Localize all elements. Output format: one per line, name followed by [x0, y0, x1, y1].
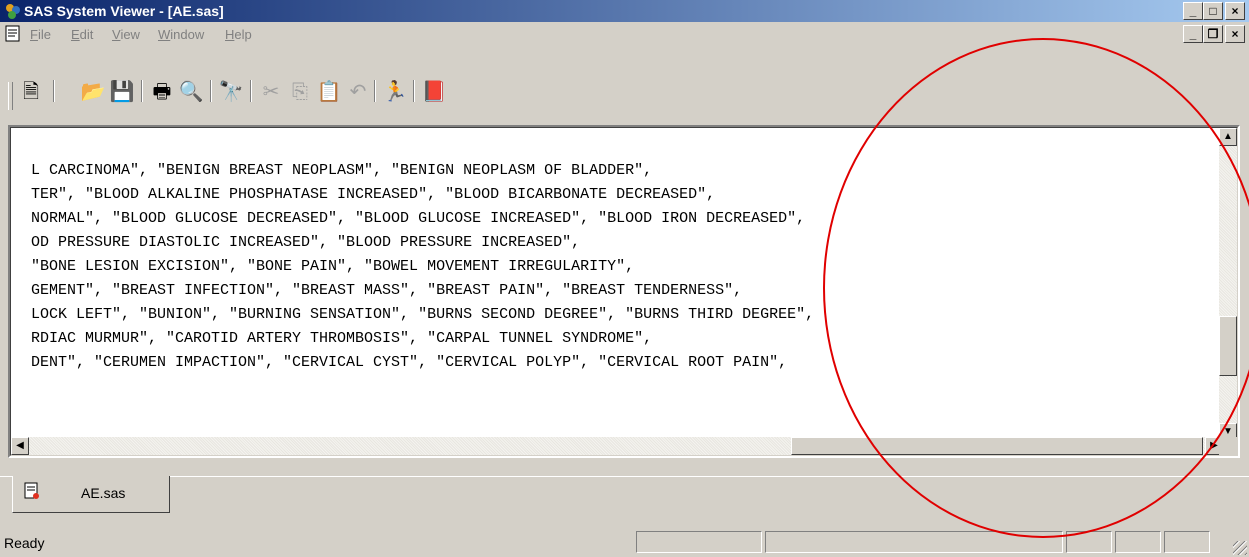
copy-icon[interactable]: ⎘	[287, 79, 313, 105]
save-icon[interactable]: 💾	[109, 79, 135, 105]
minimize-button[interactable]: _	[1183, 2, 1203, 20]
toolbar-buttons: 🗎 📂 💾 🖶 🔍 🔭 ✂ ⎘ 📋 ↶ 🏃 📕	[0, 46, 600, 118]
scroll-corner	[1219, 437, 1237, 455]
toolbar-separator	[250, 80, 252, 102]
code-line: LOCK LEFT", "BUNION", "BURNING SENSATION…	[31, 306, 815, 323]
scroll-up-icon[interactable]: ▲	[1219, 128, 1237, 146]
sas-app-icon	[6, 4, 20, 19]
editor-pane: L CARCINOMA", "BENIGN BREAST NEOPLASM", …	[8, 125, 1240, 458]
code-line: OD PRESSURE DIASTOLIC INCREASED", "BLOOD…	[31, 234, 581, 251]
status-panel	[1164, 531, 1210, 553]
close-button[interactable]: ×	[1225, 2, 1245, 20]
toolbar-separator	[53, 80, 55, 102]
open-folder-icon[interactable]: 📂	[80, 79, 106, 105]
menu-help[interactable]: Help	[225, 27, 252, 42]
status-panel	[636, 531, 762, 553]
undo-icon[interactable]: ↶	[345, 79, 371, 105]
tab-strip-line	[0, 476, 1249, 477]
horizontal-scrollbar[interactable]: ◀ ▶	[11, 437, 1223, 455]
restore-button[interactable]: □	[1203, 2, 1223, 20]
code-line: "BONE LESION EXCISION", "BONE PAIN", "BO…	[31, 258, 635, 275]
find-binoculars-icon[interactable]: 🔭	[218, 79, 244, 105]
paste-icon[interactable]: 📋	[316, 79, 342, 105]
vertical-scrollbar[interactable]: ▲ ▼	[1219, 128, 1237, 441]
status-panel	[1115, 531, 1161, 553]
code-line: NORMAL", "BLOOD GLUCOSE DECREASED", "BLO…	[31, 210, 806, 227]
document-icon[interactable]	[4, 25, 22, 43]
code-line: RDIAC MURMUR", "CAROTID ARTERY THROMBOSI…	[31, 330, 653, 347]
code-text-area[interactable]: L CARCINOMA", "BENIGN BREAST NEOPLASM", …	[11, 128, 1223, 441]
code-line: DENT", "CERUMEN IMPACTION", "CERVICAL CY…	[31, 354, 788, 371]
menu-edit[interactable]: Edit	[71, 27, 93, 42]
window-title: SAS System Viewer - [AE.sas]	[24, 3, 224, 19]
menu-window[interactable]: Window	[158, 27, 204, 42]
horizontal-scroll-thumb[interactable]	[791, 437, 1203, 455]
tab-ae-sas[interactable]: AE.sas	[12, 476, 170, 513]
sas-program-icon	[24, 482, 39, 499]
mdi-restore-button[interactable]: ❐	[1203, 25, 1223, 43]
tab-label: AE.sas	[81, 485, 126, 501]
resize-grip-icon[interactable]	[1233, 541, 1247, 555]
cut-icon[interactable]: ✂	[258, 79, 284, 105]
run-icon[interactable]: 🏃	[382, 79, 408, 105]
menu-file[interactable]: File	[30, 27, 51, 42]
menu-view[interactable]: View	[112, 27, 140, 42]
help-book-icon[interactable]: 📕	[421, 79, 447, 105]
vertical-scroll-thumb[interactable]	[1219, 316, 1237, 376]
status-panel	[765, 531, 1063, 553]
menu-bar: File Edit View Window Help _ ❐ ×	[0, 22, 1249, 46]
status-text: Ready	[4, 535, 45, 551]
status-bar: Ready	[0, 527, 1249, 557]
scroll-left-icon[interactable]: ◀	[11, 437, 29, 455]
code-line: L CARCINOMA", "BENIGN BREAST NEOPLASM", …	[31, 162, 653, 179]
mdi-minimize-button[interactable]: _	[1183, 25, 1203, 43]
toolbar-separator	[210, 80, 212, 102]
title-bar[interactable]: SAS System Viewer - [AE.sas] _ □ ×	[0, 0, 1249, 22]
status-panel	[1066, 531, 1112, 553]
code-line: GEMENT", "BREAST INFECTION", "BREAST MAS…	[31, 282, 743, 299]
toolbar-separator	[374, 80, 376, 102]
print-preview-icon[interactable]: 🔍	[178, 79, 204, 105]
toolbar-separator	[413, 80, 415, 102]
mdi-close-button[interactable]: ×	[1225, 25, 1245, 43]
new-file-icon[interactable]: 🗎	[18, 79, 44, 105]
print-icon[interactable]: 🖶	[149, 79, 175, 105]
toolbar-separator	[141, 80, 143, 102]
code-line: TER", "BLOOD ALKALINE PHOSPHATASE INCREA…	[31, 186, 716, 203]
